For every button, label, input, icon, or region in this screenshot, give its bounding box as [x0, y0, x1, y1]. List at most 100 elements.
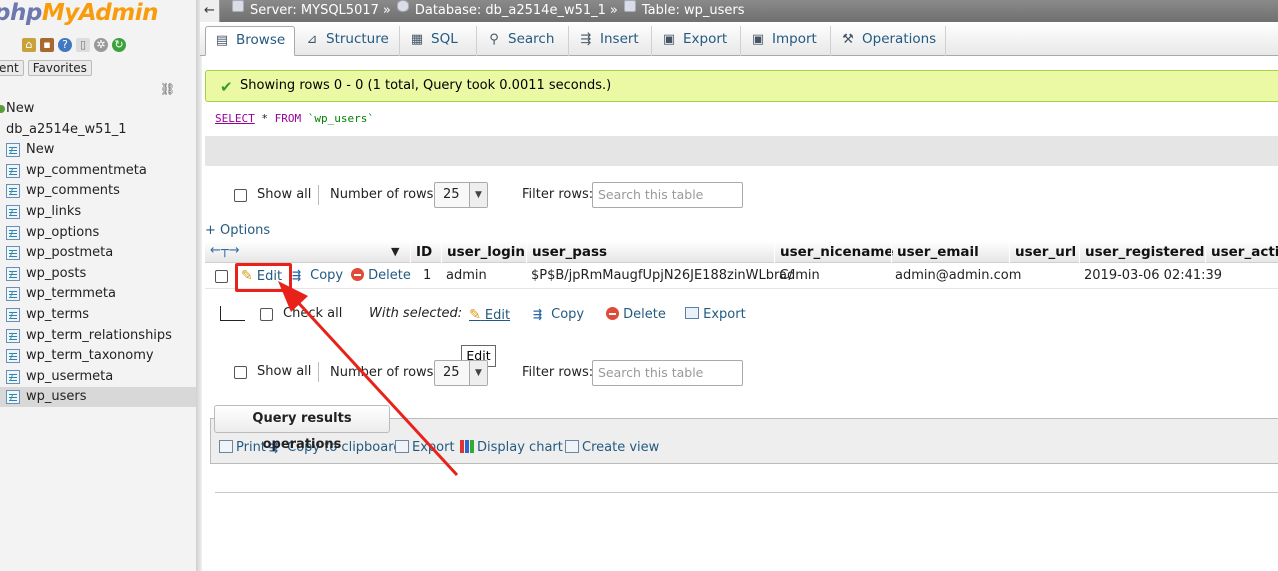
sidebar-item-db-a2514e-w51-1[interactable]: db_a2514e_w51_1	[0, 120, 196, 140]
logout-icon[interactable]: ▪	[40, 38, 54, 52]
rows-select[interactable]: 25 ▼	[434, 360, 488, 386]
home-icon[interactable]: ⌂	[22, 38, 36, 52]
sidebar-item-label: New	[26, 142, 55, 158]
print-icon	[219, 440, 233, 453]
tab-browse[interactable]: ▤ Browse	[205, 26, 295, 56]
tab-structure[interactable]: ⊿ Structure	[296, 26, 400, 56]
column-header[interactable]: user_url	[1009, 241, 1076, 263]
breadcrumb-database[interactable]: Database: db_a2514e_w51_1	[415, 0, 606, 21]
view-icon	[565, 440, 579, 453]
row-copy-link[interactable]: ⇶ Copy	[292, 263, 343, 289]
table-tabs: ▤ Browse ⊿ Structure ▦ SQL ⚲ Search ⇶ Insert …	[200, 22, 1278, 56]
row-delete-link[interactable]: Delete	[351, 263, 411, 289]
breadcrumb-table[interactable]: Table: wp_users	[642, 0, 745, 21]
display-chart-link[interactable]: Display chart	[460, 438, 563, 458]
breadcrumb: Server: MYSQL5017 » Database: db_a2514e_…	[230, 0, 745, 21]
filter-rows-input[interactable]: Search this table	[592, 360, 743, 386]
tab-operations[interactable]: ⚒ Operations	[832, 26, 946, 56]
sidebar-item-wp-term-relationships[interactable]: wp_term_relationships	[0, 326, 196, 346]
show-all-checkbox[interactable]	[234, 189, 247, 202]
bulk-edit-button[interactable]: ✎ Edit	[469, 302, 510, 328]
collapse-nav-arrow-icon[interactable]: ←	[200, 0, 220, 22]
sidebar-item-label: wp_termmeta	[26, 286, 116, 302]
create-view-link[interactable]: Create view	[565, 438, 659, 458]
column-header[interactable]: ID	[410, 241, 432, 263]
cell-user-nicename: admin	[779, 268, 820, 283]
gear-icon[interactable]: ✲	[94, 38, 108, 52]
tab-sql[interactable]: ▦ SQL	[401, 26, 477, 56]
sidebar-item-label: db_a2514e_w51_1	[6, 121, 127, 137]
sidebar-item-new[interactable]: New	[0, 99, 196, 119]
chart-icon	[460, 440, 474, 453]
help-icon[interactable]: ?	[58, 38, 72, 52]
sql-query-box: SELECT * FROM `wp_users`	[205, 103, 1278, 166]
show-all-label: Show all	[257, 364, 312, 379]
sidebar-item-new[interactable]: New	[0, 140, 196, 160]
divider	[318, 185, 319, 205]
link-chain-icon[interactable]: ⛓	[160, 82, 175, 96]
rows-select[interactable]: 25 ▼	[434, 182, 488, 208]
check-all-checkbox[interactable]	[260, 308, 273, 321]
table-icon	[6, 266, 20, 281]
check-all-label[interactable]: Check all	[283, 306, 342, 321]
table-icon	[6, 287, 20, 302]
navigation-panel: phpMyAdmin ⌂ ▪ ? ▯ ✲ ↻ ent Favorites ⛓ N…	[0, 0, 200, 571]
sql-query[interactable]: SELECT * FROM `wp_users`	[205, 104, 1278, 136]
column-header[interactable]: user_pass	[526, 241, 607, 263]
sidebar-item-wp-terms[interactable]: wp_terms	[0, 305, 196, 325]
table-icon	[6, 328, 20, 343]
export-icon	[685, 307, 699, 319]
export-link[interactable]: Export	[395, 438, 455, 458]
show-all-checkbox[interactable]	[234, 366, 247, 379]
nav-resizer[interactable]	[196, 0, 202, 571]
reload-icon[interactable]: ↻	[112, 38, 126, 52]
sidebar-item-wp-commentmeta[interactable]: wp_commentmeta	[0, 161, 196, 181]
sidebar-item-wp-users[interactable]: wp_users	[0, 387, 196, 408]
success-message: ✔ Showing rows 0 - 0 (1 total, Query too…	[205, 70, 1278, 102]
print-link[interactable]: Print	[219, 438, 266, 458]
bulk-export-button[interactable]: Export	[685, 302, 746, 328]
sidebar-item-label: wp_links	[26, 204, 82, 219]
column-header[interactable]: user_registered	[1079, 241, 1204, 263]
breadcrumb-server[interactable]: Server: MYSQL5017	[250, 0, 379, 21]
column-header[interactable]: user_nicename	[774, 241, 894, 263]
phpmyadmin-window: phpMyAdmin ⌂ ▪ ? ▯ ✲ ↻ ent Favorites ⛓ N…	[0, 0, 1278, 571]
nav-quick-icons: ⌂ ▪ ? ▯ ✲ ↻	[22, 38, 126, 52]
chevron-down-icon: ▼	[469, 361, 487, 385]
sidebar-item-wp-comments[interactable]: wp_comments	[0, 181, 196, 201]
sidebar-item-wp-termmeta[interactable]: wp_termmeta	[0, 284, 196, 304]
column-header[interactable]: user_email	[891, 241, 979, 263]
sidebar-item-wp-posts[interactable]: wp_posts	[0, 264, 196, 284]
sidebar-item-wp-postmeta[interactable]: wp_postmeta	[0, 243, 196, 263]
filter-rows-input[interactable]: Search this table	[592, 182, 743, 208]
cell-user-email: admin@admin.com	[895, 268, 1022, 283]
column-header[interactable]: user_activa	[1205, 241, 1278, 263]
docs-icon[interactable]: ▯	[76, 38, 90, 52]
sort-dropdown-icon[interactable]: ▼	[391, 241, 399, 263]
sidebar-item-wp-usermeta[interactable]: wp_usermeta	[0, 367, 196, 387]
options-link[interactable]: + Options	[205, 223, 270, 238]
phpmyadmin-logo[interactable]: phpMyAdmin	[0, 0, 158, 26]
annotation-highlight-box	[235, 263, 292, 292]
tab-insert[interactable]: ⇶ Insert	[570, 26, 652, 56]
column-resize-arrows-icon[interactable]: ←┬→	[210, 241, 240, 261]
sidebar-item-label: wp_commentmeta	[26, 162, 147, 178]
bulk-delete-button[interactable]: Delete	[606, 302, 666, 328]
success-text: Showing rows 0 - 0 (1 total, Query took …	[240, 78, 612, 93]
sql-icon: ▦	[410, 32, 424, 47]
column-header[interactable]: user_login	[441, 241, 525, 263]
sidebar-item-wp-links[interactable]: wp_links	[0, 202, 196, 222]
tab-favorites[interactable]: Favorites	[27, 60, 92, 76]
sidebar-item-wp-options[interactable]: wp_options	[0, 223, 196, 243]
bulk-copy-button[interactable]: ⇶ Copy	[533, 302, 584, 328]
tab-recent[interactable]: ent	[0, 60, 24, 76]
sidebar-item-label: wp_comments	[26, 183, 120, 199]
row-checkbox[interactable]	[215, 270, 228, 283]
sidebar-item-wp-term-taxonomy[interactable]: wp_term_taxonomy	[0, 346, 196, 366]
tab-import[interactable]: ▣ Import	[742, 26, 831, 56]
sidebar-item-label: wp_users	[26, 389, 87, 405]
wrench-icon: ⚒	[842, 32, 854, 47]
tab-search[interactable]: ⚲ Search	[478, 26, 569, 56]
sidebar-item-label: wp_usermeta	[26, 368, 114, 384]
tab-export[interactable]: ▣ Export	[653, 26, 741, 56]
